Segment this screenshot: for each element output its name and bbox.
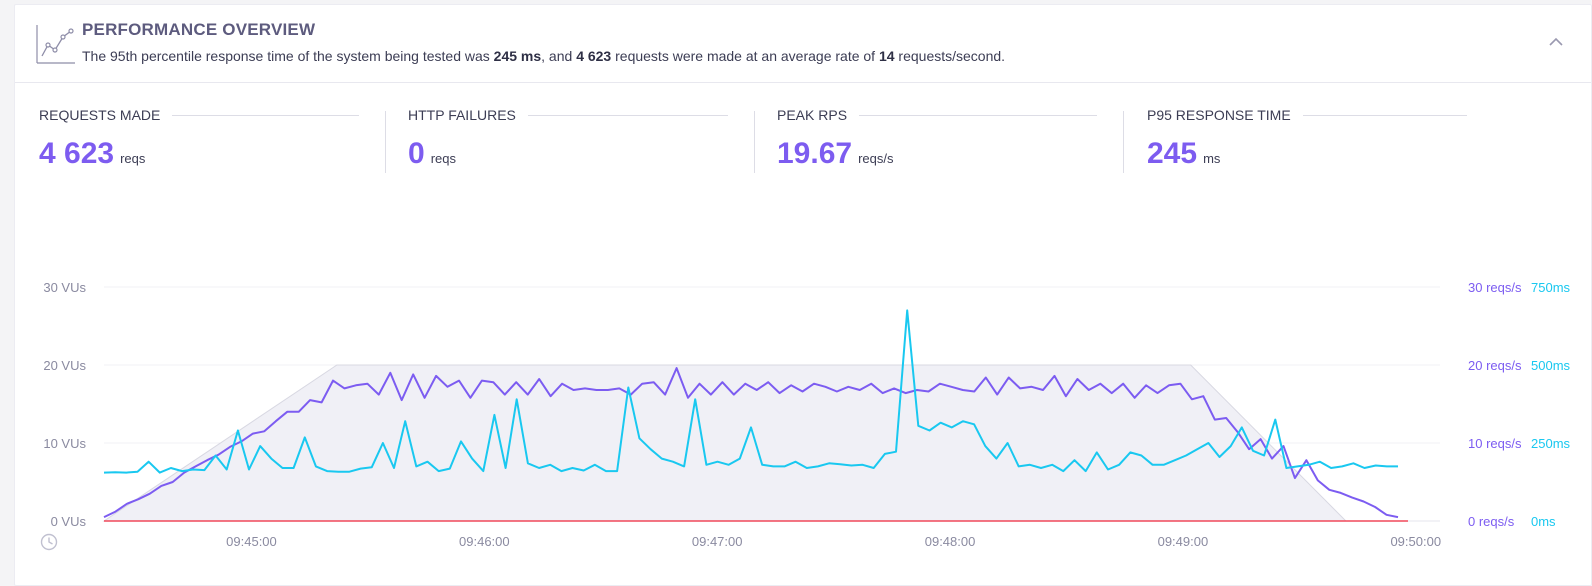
performance-chart[interactable]: 0 VUs 10 VUs 20 VUs 30 VUs 0 reqs/s 10 reqs/s… [0,0,1592,586]
x-tick-label: 09:47:00 [692,534,743,549]
vus-area-shape [102,364,1348,522]
y-right-ms-tick-label: 250ms [1531,436,1571,451]
y-right-rps-tick-label: 30 reqs/s [1468,280,1522,295]
y-right-ms-tick-label: 500ms [1531,358,1571,373]
x-tick-label: 09:50:00 [1390,534,1441,549]
vus-area [102,364,1348,522]
y-right-rps-tick-label: 20 reqs/s [1468,358,1522,373]
x-tick-label: 09:46:00 [459,534,510,549]
y-right-rps-tick-label: 10 reqs/s [1468,436,1522,451]
x-tick-label: 09:48:00 [925,534,976,549]
y-left-tick-label: 30 VUs [43,280,86,295]
y-right-ms-tick-label: 0ms [1531,514,1556,529]
clock-icon [40,533,58,551]
y-left-tick-label: 20 VUs [43,358,86,373]
y-left-tick-label: 10 VUs [43,436,86,451]
y-right-ms-tick-label: 750ms [1531,280,1571,295]
x-axis-labels: 09:45:00 09:46:00 09:47:00 09:48:00 09:49:00… [226,534,1441,549]
y-right-rps-tick-label: 0 reqs/s [1468,514,1515,529]
y-left-tick-label: 0 VUs [51,514,87,529]
x-tick-label: 09:45:00 [226,534,277,549]
x-tick-label: 09:49:00 [1158,534,1209,549]
